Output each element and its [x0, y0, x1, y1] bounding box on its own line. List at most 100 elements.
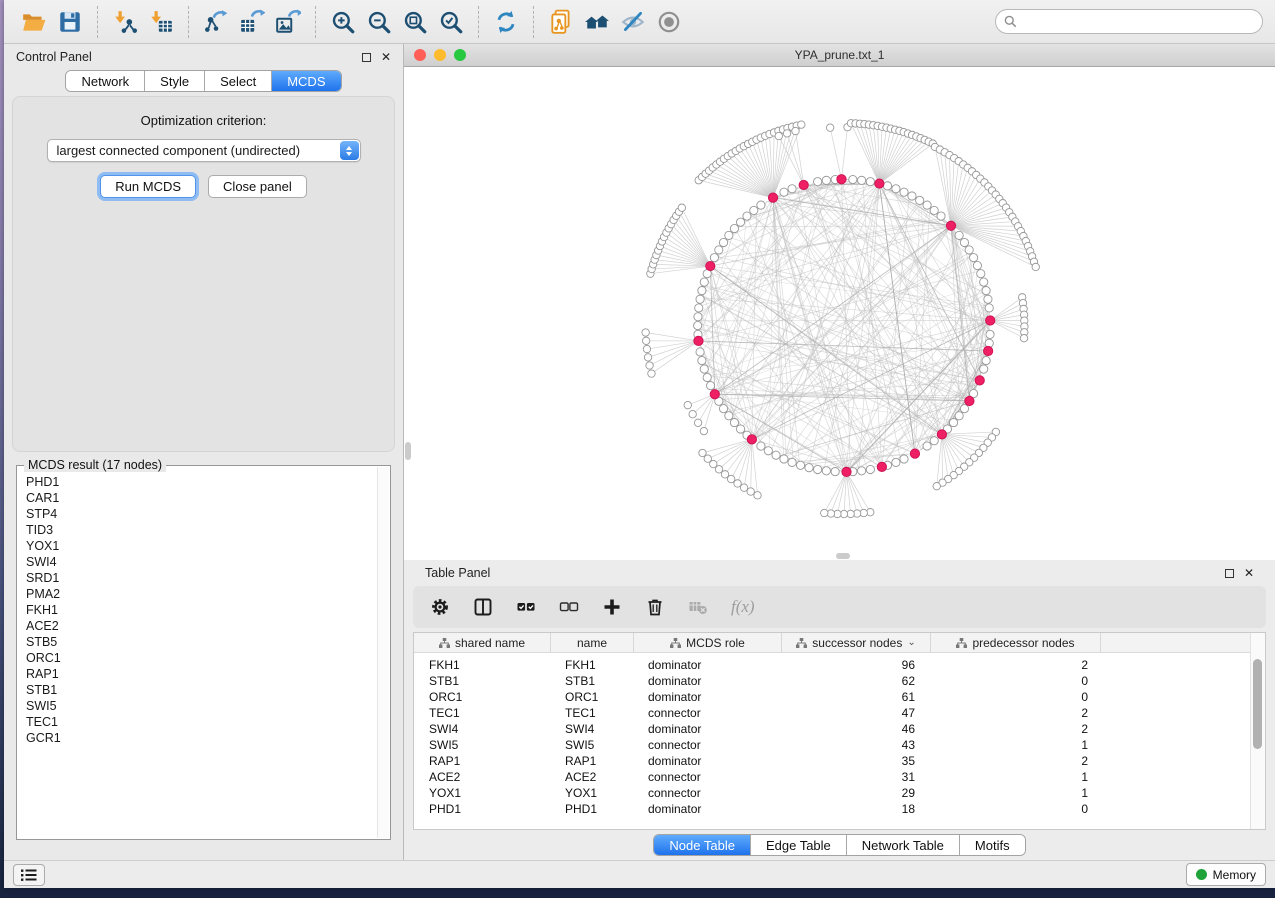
apply-layout-icon[interactable]	[488, 5, 524, 39]
table-row[interactable]: RAP1RAP1dominator352	[414, 753, 1265, 769]
export-network-icon[interactable]	[198, 5, 234, 39]
search-box[interactable]	[995, 9, 1263, 34]
show-all-icon[interactable]	[651, 5, 687, 39]
tab-select[interactable]: Select	[205, 71, 272, 91]
table-row[interactable]: ACE2ACE2connector311	[414, 769, 1265, 785]
zoom-in-icon[interactable]	[325, 5, 361, 39]
zoom-fit-icon[interactable]	[397, 5, 433, 39]
table-cell[interactable]: RAP1	[414, 754, 551, 768]
table-cell[interactable]: 2	[931, 658, 1101, 672]
first-neighbors-icon[interactable]	[579, 5, 615, 39]
minimize-window-light[interactable]	[434, 49, 446, 61]
close-panel-button[interactable]: Close panel	[208, 175, 307, 198]
column-header-shared-name[interactable]: shared name	[414, 633, 551, 652]
tab-motifs[interactable]: Motifs	[960, 835, 1025, 855]
table-row[interactable]: STB1STB1dominator620	[414, 673, 1265, 689]
table-cell[interactable]: SWI4	[414, 722, 551, 736]
save-session-icon[interactable]	[52, 5, 88, 39]
mcds-node-item[interactable]: PMA2	[26, 586, 376, 602]
table-cell[interactable]: dominator	[634, 722, 782, 736]
table-cell[interactable]: 0	[931, 674, 1101, 688]
close-window-light[interactable]	[414, 49, 426, 61]
table-cell[interactable]: dominator	[634, 690, 782, 704]
table-cell[interactable]: FKH1	[414, 658, 551, 672]
close-panel-icon[interactable]: ✕	[1244, 567, 1254, 579]
mcds-node-item[interactable]: SWI5	[26, 698, 376, 714]
table-cell[interactable]: 43	[782, 738, 931, 752]
mcds-node-item[interactable]: ACE2	[26, 618, 376, 634]
table-cell[interactable]: 31	[782, 770, 931, 784]
table-cell[interactable]: RAP1	[551, 754, 634, 768]
table-cell[interactable]: ACE2	[551, 770, 634, 784]
table-cell[interactable]: SWI4	[551, 722, 634, 736]
table-cell[interactable]: 29	[782, 786, 931, 800]
tab-style[interactable]: Style	[145, 71, 205, 91]
table-cell[interactable]: STB1	[551, 674, 634, 688]
tab-node-table[interactable]: Node Table	[654, 835, 751, 855]
table-cell[interactable]: TEC1	[551, 706, 634, 720]
mcds-node-item[interactable]: SWI4	[26, 554, 376, 570]
tab-network-table[interactable]: Network Table	[847, 835, 960, 855]
add-column-icon[interactable]	[602, 597, 622, 617]
task-history-button[interactable]	[13, 864, 45, 886]
table-cell[interactable]: 18	[782, 802, 931, 816]
hide-selected-icon[interactable]	[615, 5, 651, 39]
table-cell[interactable]: 2	[931, 706, 1101, 720]
mcds-node-item[interactable]: TEC1	[26, 714, 376, 730]
mcds-node-item[interactable]: TID3	[26, 522, 376, 538]
delete-column-icon[interactable]	[645, 597, 665, 617]
table-cell[interactable]: STB1	[414, 674, 551, 688]
column-header-name[interactable]: name	[551, 633, 634, 652]
mcds-node-item[interactable]: PHD1	[26, 474, 376, 490]
export-image-icon[interactable]	[270, 5, 306, 39]
table-cell[interactable]: PHD1	[551, 802, 634, 816]
table-row[interactable]: ORC1ORC1dominator610	[414, 689, 1265, 705]
mcds-node-item[interactable]: RAP1	[26, 666, 376, 682]
network-horizontal-scrollbar[interactable]	[836, 553, 850, 559]
table-cell[interactable]: dominator	[634, 802, 782, 816]
mcds-node-item[interactable]: SRD1	[26, 570, 376, 586]
mcds-node-item[interactable]: CAR1	[26, 490, 376, 506]
network-vertical-scrollbar[interactable]	[405, 442, 411, 460]
table-cell[interactable]: 0	[931, 690, 1101, 704]
mcds-node-item[interactable]: ORC1	[26, 650, 376, 666]
table-cell[interactable]: SWI5	[551, 738, 634, 752]
table-cell[interactable]: PHD1	[414, 802, 551, 816]
table-cell[interactable]: 1	[931, 738, 1101, 752]
table-row[interactable]: PHD1PHD1dominator180	[414, 801, 1265, 817]
import-table-icon[interactable]	[143, 5, 179, 39]
table-cell[interactable]: 0	[931, 802, 1101, 816]
float-panel-icon[interactable]	[362, 53, 371, 62]
column-header-predecessor-nodes[interactable]: predecessor nodes	[931, 633, 1101, 652]
zoom-window-light[interactable]	[454, 49, 466, 61]
table-scrollbar[interactable]	[1250, 633, 1265, 829]
table-cell[interactable]: 1	[931, 786, 1101, 800]
tab-mcds[interactable]: MCDS	[272, 71, 340, 91]
table-cell[interactable]: 47	[782, 706, 931, 720]
tab-network[interactable]: Network	[66, 71, 145, 91]
table-cell[interactable]: connector	[634, 770, 782, 784]
table-cell[interactable]: YOX1	[551, 786, 634, 800]
table-cell[interactable]: 62	[782, 674, 931, 688]
table-cell[interactable]: 2	[931, 722, 1101, 736]
mcds-node-item[interactable]: STP4	[26, 506, 376, 522]
table-cell[interactable]: SWI5	[414, 738, 551, 752]
table-cell[interactable]: 2	[931, 754, 1101, 768]
table-cell[interactable]: ACE2	[414, 770, 551, 784]
close-panel-icon[interactable]: ✕	[381, 51, 391, 63]
table-cell[interactable]: ORC1	[551, 690, 634, 704]
table-cell[interactable]: FKH1	[551, 658, 634, 672]
criterion-dropdown[interactable]: largest connected component (undirected)	[47, 139, 361, 162]
deselect-all-checkboxes-icon[interactable]	[559, 597, 579, 617]
float-panel-icon[interactable]	[1225, 569, 1234, 578]
table-cell[interactable]: dominator	[634, 754, 782, 768]
table-row[interactable]: SWI4SWI4dominator462	[414, 721, 1265, 737]
export-table-icon[interactable]	[234, 5, 270, 39]
network-view[interactable]	[404, 67, 1275, 560]
mcds-node-item[interactable]: STB1	[26, 682, 376, 698]
table-cell[interactable]: ORC1	[414, 690, 551, 704]
table-cell[interactable]: 61	[782, 690, 931, 704]
import-network-icon[interactable]	[107, 5, 143, 39]
table-cell[interactable]: connector	[634, 706, 782, 720]
run-mcds-button[interactable]: Run MCDS	[100, 175, 196, 198]
